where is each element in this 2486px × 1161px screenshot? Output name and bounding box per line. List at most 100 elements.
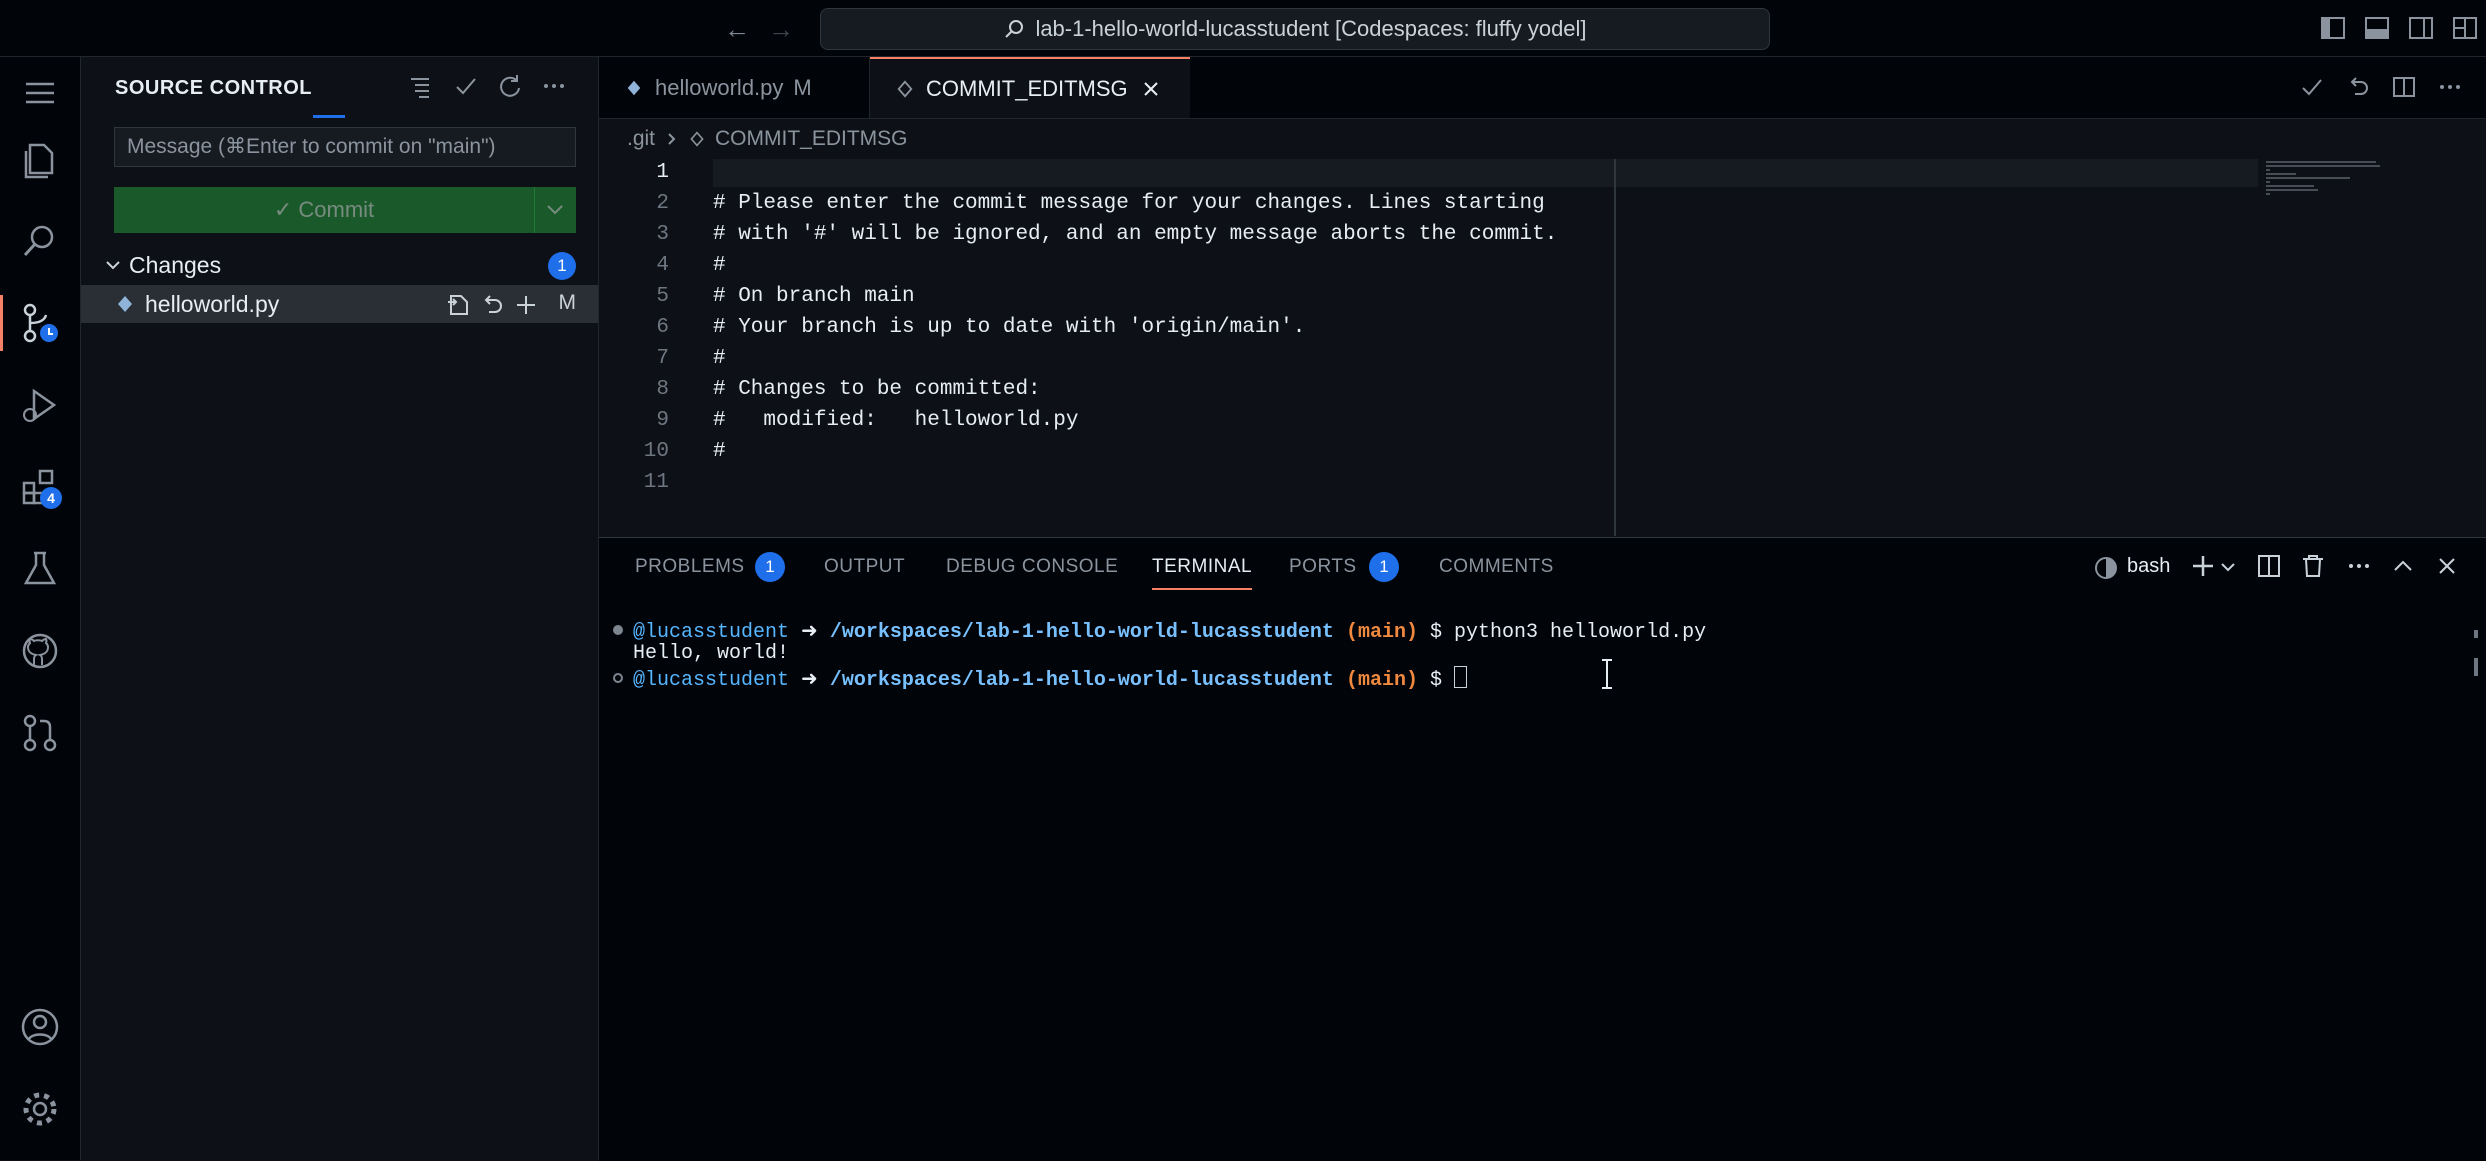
commit-message-input[interactable] <box>114 127 576 167</box>
toggle-primary-sidebar-icon[interactable] <box>2320 15 2346 41</box>
refresh-icon[interactable] <box>497 73 523 99</box>
extensions-badge: 4 <box>40 487 62 509</box>
close-icon[interactable] <box>1142 80 1160 98</box>
more-actions-icon[interactable] <box>541 73 567 99</box>
terminal-line: @lucasstudent ➜ /workspaces/lab-1-hello-… <box>633 621 1707 644</box>
code-line: # with '#' will be ignored, and an empty… <box>713 223 1558 246</box>
menu-icon[interactable] <box>18 71 62 115</box>
tab-helloworld-py[interactable]: helloworld.py M <box>599 57 870 118</box>
breadcrumb-folder[interactable]: .git <box>627 127 655 151</box>
code-line: # On branch main <box>713 285 915 308</box>
source-control-icon <box>23 303 58 343</box>
settings-gear-icon[interactable] <box>18 1087 62 1131</box>
close-icon[interactable] <box>2433 552 2461 580</box>
terminal-cursor <box>1454 666 1468 688</box>
split-editor-icon[interactable] <box>2391 74 2417 100</box>
git-file-icon <box>897 79 913 98</box>
commit-button[interactable]: ✓ Commit <box>114 187 535 233</box>
breadcrumb-file[interactable]: COMMIT_EDITMSG <box>715 127 908 151</box>
code-line: # <box>713 347 726 370</box>
terminal-shell-name[interactable]: bash <box>2127 555 2170 578</box>
commit-dropdown-button[interactable] <box>534 187 576 233</box>
sidebar-title: SOURCE CONTROL <box>115 77 312 99</box>
sidebar-view-indicator <box>313 115 345 118</box>
view-as-tree-icon[interactable] <box>407 73 433 99</box>
commit-check-icon[interactable] <box>453 73 479 99</box>
text-cursor-icon <box>1602 659 1612 689</box>
terminal-prompt-line: @lucasstudent ➜ /workspaces/lab-1-hello-… <box>633 666 1468 692</box>
activity-bar: 4 <box>0 57 81 1160</box>
editor-ruler <box>1614 159 1616 536</box>
changes-group-header[interactable]: Changes 1 <box>81 247 598 283</box>
more-actions-icon[interactable] <box>2437 74 2463 100</box>
tab-comments[interactable]: COMMENTS <box>1439 556 1554 578</box>
source-control-activity[interactable] <box>0 295 62 351</box>
tab-terminal[interactable]: TERMINAL <box>1152 556 1253 590</box>
code-line: # <box>713 440 726 463</box>
tab-ports[interactable]: PORTS <box>1289 556 1357 578</box>
changed-file-name: helloworld.py <box>145 290 280 317</box>
customize-layout-icon[interactable] <box>2452 15 2478 41</box>
problems-count-badge: 1 <box>755 552 785 582</box>
search-icon <box>1005 20 1024 38</box>
toggle-panel-icon[interactable] <box>2364 15 2390 41</box>
back-button[interactable]: ← <box>724 14 750 45</box>
code-editor[interactable]: 1 2 # Please enter the commit message fo… <box>599 159 2486 536</box>
code-line: # modified: helloworld.py <box>713 409 1079 432</box>
command-center-text: lab-1-hello-world-lucasstudent [Codespac… <box>1035 16 1587 41</box>
split-terminal-icon[interactable] <box>2255 552 2283 580</box>
changes-label: Changes <box>129 251 222 278</box>
file-status-modified: M <box>558 291 577 314</box>
line-number: 5 <box>656 285 669 308</box>
breadcrumb: .git COMMIT_EDITMSG <box>599 119 2486 159</box>
run-debug-icon[interactable] <box>18 383 62 427</box>
extensions-activity[interactable]: 4 <box>18 465 62 509</box>
line-number: 7 <box>656 347 669 370</box>
editor-tab-bar: helloworld.py M COMMIT_EDITMSG <box>599 57 2486 119</box>
accept-commit-message-icon[interactable] <box>2299 74 2325 100</box>
source-control-sidebar: SOURCE CONTROL ✓ Commit Changes 1 hellow… <box>81 57 599 1160</box>
stage-changes-icon[interactable] <box>513 292 539 318</box>
new-terminal-icon[interactable] <box>2189 552 2217 580</box>
git-file-icon <box>690 131 704 147</box>
bottom-panel: PROBLEMS 1 OUTPUT DEBUG CONSOLE TERMINAL… <box>599 537 2486 1161</box>
chevron-down-icon[interactable] <box>2219 558 2237 576</box>
maximize-panel-icon[interactable] <box>2389 552 2417 580</box>
line-number: 3 <box>656 223 669 246</box>
code-line: # <box>713 254 726 277</box>
tab-output[interactable]: OUTPUT <box>824 556 905 578</box>
python-file-icon <box>627 80 641 95</box>
tab-commit-editmsg[interactable]: COMMIT_EDITMSG <box>870 57 1190 118</box>
accounts-icon[interactable] <box>18 1005 62 1049</box>
changed-file-item[interactable]: helloworld.py M <box>81 285 598 323</box>
current-line-highlight <box>713 159 2258 187</box>
tab-problems[interactable]: PROBLEMS <box>635 556 745 578</box>
chevron-right-icon <box>668 133 676 145</box>
terminal-scrollbar-thumb[interactable] <box>2474 658 2478 676</box>
discard-commit-message-icon[interactable] <box>2345 74 2371 100</box>
line-number: 4 <box>656 254 669 277</box>
open-file-icon[interactable] <box>445 292 471 318</box>
forward-button[interactable]: → <box>768 14 794 45</box>
testing-icon[interactable] <box>18 547 62 591</box>
line-number: 10 <box>643 440 669 463</box>
terminal-output-line: Hello, world! <box>633 642 790 665</box>
trash-icon[interactable] <box>2299 552 2327 580</box>
code-line: # Please enter the commit message for yo… <box>713 192 1545 215</box>
ports-count-badge: 1 <box>1369 552 1399 582</box>
code-line: # Changes to be committed: <box>713 378 1041 401</box>
command-success-decoration[interactable] <box>613 625 623 635</box>
code-line: # Your branch is up to date with 'origin… <box>713 316 1306 339</box>
discard-changes-icon[interactable] <box>479 292 505 318</box>
explorer-icon[interactable] <box>18 137 62 181</box>
toggle-secondary-sidebar-icon[interactable] <box>2408 15 2434 41</box>
minimap[interactable] <box>2264 159 2486 536</box>
terminal-shell-icon <box>2095 557 2117 579</box>
tab-debug-console[interactable]: DEBUG CONSOLE <box>946 556 1118 578</box>
pull-requests-icon[interactable] <box>18 711 62 755</box>
tab-label: COMMIT_EDITMSG <box>926 75 1128 101</box>
more-actions-icon[interactable] <box>2345 552 2373 580</box>
github-icon[interactable] <box>18 629 62 673</box>
command-center-search[interactable]: lab-1-hello-world-lucasstudent [Codespac… <box>820 8 1770 50</box>
search-icon[interactable] <box>18 219 62 263</box>
